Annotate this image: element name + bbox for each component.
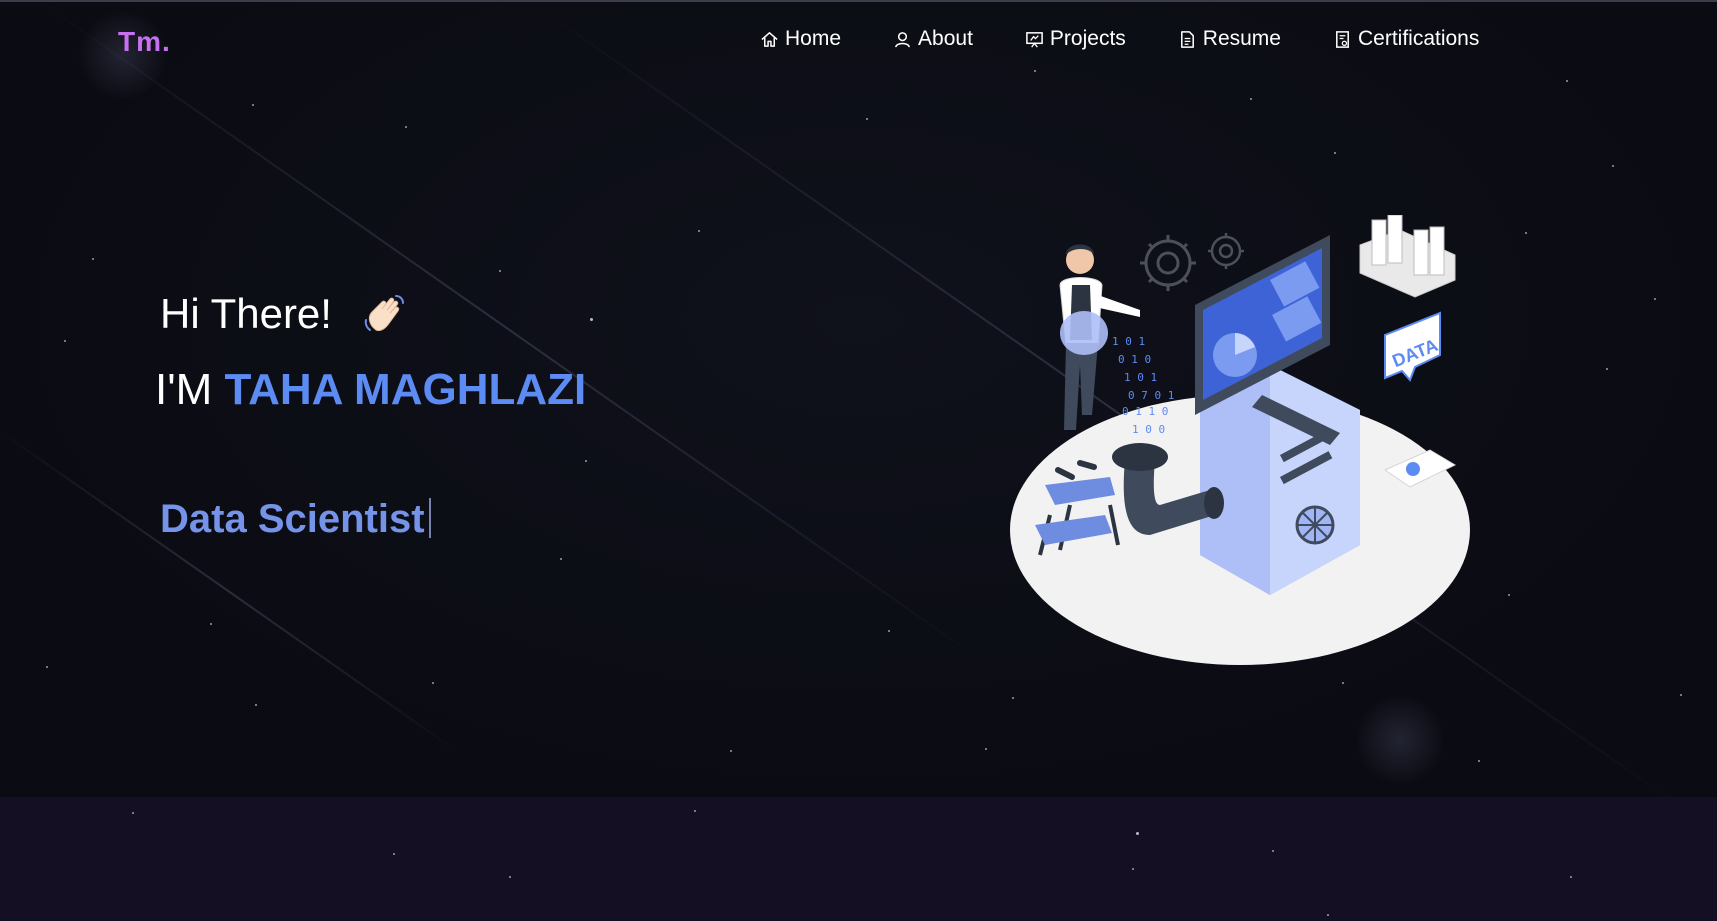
glow	[1355, 695, 1445, 785]
gear-icon	[1208, 233, 1244, 269]
greeting-text: Hi There!	[160, 290, 332, 337]
star	[1606, 368, 1608, 370]
star	[255, 704, 257, 706]
svg-text:1 0 0: 1 0 0	[1132, 423, 1165, 436]
projects-icon	[1025, 30, 1044, 49]
star	[866, 118, 868, 120]
star	[1478, 760, 1480, 762]
star	[1654, 298, 1656, 300]
star	[405, 126, 407, 128]
star	[730, 750, 732, 752]
document-icon	[1178, 30, 1197, 49]
star	[432, 682, 434, 684]
star	[509, 876, 511, 878]
star	[1566, 80, 1568, 82]
role-text: Data Scientist	[160, 497, 425, 541]
nav-item-label: Resume	[1202, 27, 1281, 50]
intro-heading: I'M TAHA MAGHLAZI	[155, 365, 586, 415]
star	[46, 666, 48, 668]
star	[694, 810, 696, 812]
nav-item-certifications[interactable]: Certifications	[1333, 27, 1479, 51]
gear-icon	[1140, 235, 1196, 291]
nav-item-projects[interactable]: Projects	[1025, 27, 1126, 51]
star	[560, 558, 562, 560]
star	[210, 623, 212, 625]
typing-cursor	[428, 498, 431, 538]
role-typewriter: Data Scientist	[160, 497, 431, 542]
star	[1132, 868, 1134, 870]
star	[590, 318, 593, 321]
star	[985, 748, 987, 750]
star	[888, 630, 890, 632]
star	[1034, 70, 1036, 72]
data-science-illustration: 1 0 1 0 1 0 1 0 1 0 7 0 1 0 1 1 0 1 0 0 DAT…	[1000, 214, 1490, 675]
svg-text:1 0 1: 1 0 1	[1124, 371, 1157, 384]
home-icon	[760, 30, 779, 49]
star	[1272, 850, 1274, 852]
star	[1508, 594, 1510, 596]
star	[499, 270, 501, 272]
star	[1612, 165, 1614, 167]
star	[1525, 232, 1527, 234]
main-nav: Home About Projects Resume Certification…	[760, 22, 1479, 56]
user-icon	[893, 30, 912, 49]
binders	[1359, 214, 1456, 298]
svg-text:0 1 1 0: 0 1 1 0	[1122, 405, 1168, 418]
nav-item-label: Certifications	[1357, 27, 1480, 50]
lower-section-background	[0, 797, 1717, 921]
intro-prefix: I'M	[155, 365, 213, 414]
svg-text:1 0 1: 1 0 1	[1112, 335, 1145, 348]
star	[1136, 832, 1139, 835]
star	[1680, 694, 1682, 696]
star	[1570, 876, 1572, 878]
star	[252, 104, 254, 106]
star	[585, 460, 587, 462]
certificate-icon	[1333, 30, 1352, 49]
star	[64, 340, 66, 342]
nav-item-home[interactable]: Home	[760, 27, 841, 51]
svg-text:0 1 0: 0 1 0	[1118, 353, 1151, 366]
star	[698, 230, 700, 232]
star	[1012, 697, 1014, 699]
person-name: TAHA MAGHLAZI	[224, 365, 587, 414]
star	[1342, 682, 1344, 684]
top-border	[0, 0, 1717, 2]
nav-item-label: Home	[785, 27, 842, 50]
nav-item-label: Projects	[1049, 27, 1126, 50]
logo[interactable]: Tm.	[118, 26, 171, 58]
nav-item-about[interactable]: About	[893, 27, 973, 51]
star	[393, 853, 395, 855]
svg-text:0 7 0 1: 0 7 0 1	[1128, 389, 1174, 402]
star	[1250, 98, 1252, 100]
star	[92, 258, 94, 260]
data-bubble: DATA	[1384, 311, 1441, 382]
star	[1334, 152, 1336, 154]
nav-item-label: About	[918, 27, 973, 50]
nav-item-resume[interactable]: Resume	[1178, 27, 1281, 51]
star	[132, 812, 134, 814]
star	[1327, 914, 1329, 916]
waving-hand-icon	[360, 290, 408, 338]
